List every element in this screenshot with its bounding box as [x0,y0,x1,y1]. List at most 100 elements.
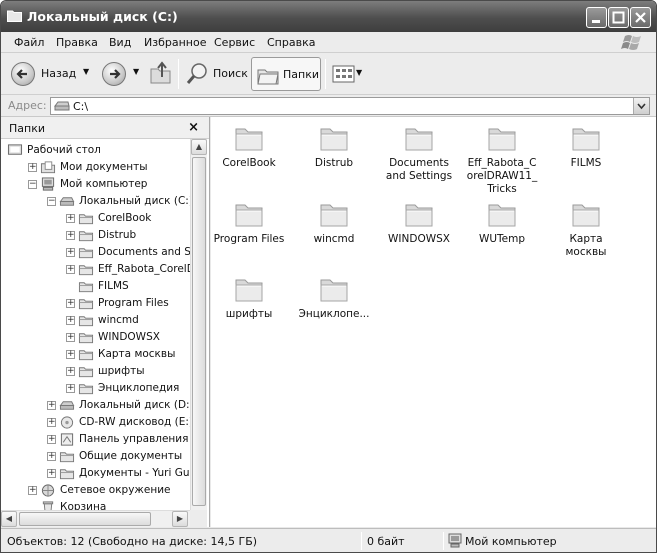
expand-icon[interactable]: + [28,163,37,172]
tree-item[interactable]: + Eff_Rabota_CorelDRA [1,261,190,278]
tree-item[interactable]: + wincmd [1,312,190,329]
menu-file[interactable]: Файл [14,36,44,49]
status-separator [443,532,444,550]
menu-edit[interactable]: Правка [56,36,98,49]
folder-icon [78,282,94,293]
folder-item[interactable]: шрифты [211,274,287,321]
folder-item[interactable]: CorelBook [211,123,287,170]
scroll-right-button[interactable]: ▶ [172,511,188,527]
tree-item[interactable]: + Карта москвы [1,346,190,363]
folder-item[interactable]: Program Files [211,199,287,246]
expand-icon[interactable]: + [66,214,75,223]
tree-item[interactable]: + Локальный диск (D:) [1,397,190,414]
tree-item[interactable]: + Documents and Settin [1,244,190,261]
scroll-thumb[interactable] [192,157,206,506]
menu-view[interactable]: Вид [109,36,131,49]
folder-item[interactable]: wincmd [296,199,372,246]
expand-icon[interactable]: + [66,333,75,342]
expand-icon[interactable]: + [47,401,56,410]
folder-icon [78,316,94,327]
views-button[interactable]: ▼ [331,57,365,91]
folders-button[interactable]: Папки [251,57,321,91]
tree-item[interactable]: + CD-RW дисковод (E:) [1,414,190,431]
scroll-corner [190,510,207,527]
tree-item[interactable]: Рабочий стол [1,142,190,159]
folder-item-label-line: Eff_Rabota_C [467,157,537,169]
menu-help[interactable]: Справка [267,36,315,49]
folder-item[interactable]: Documents and Settings [381,123,457,183]
scroll-left-button[interactable]: ◀ [1,511,17,527]
folder-icon [7,10,22,22]
menu-tools[interactable]: Сервис [214,36,255,49]
expand-icon[interactable]: + [28,486,37,495]
folder-item-label-line: Tricks [487,183,517,195]
address-value: C:\ [73,100,89,113]
search-label: Поиск [213,67,248,80]
tree-item-label: Eff_Rabota_CorelDRA [98,263,190,275]
folder-item[interactable]: FILMS [548,123,624,170]
maximize-icon [612,11,625,24]
expand-icon[interactable]: + [66,265,75,274]
collapse-icon[interactable]: − [47,197,56,206]
tree-item[interactable]: + Общие документы [1,448,190,465]
title-bar[interactable]: Локальный диск (C:) [1,1,656,32]
up-folder-button[interactable] [148,57,174,91]
folder-item[interactable]: WUTemp [464,199,540,246]
tree-item[interactable]: FILMS [1,278,190,295]
expand-icon[interactable]: + [47,452,56,461]
tree-item[interactable]: + шрифты [1,363,190,380]
search-button[interactable]: Поиск [183,57,248,91]
tree-item[interactable]: + Документы - Yuri Gurski [1,465,190,482]
status-objects: Объектов: 12 (Свободно на диске: 14,5 ГБ… [7,535,258,548]
expand-icon[interactable]: + [66,350,75,359]
folder-item[interactable]: Карта москвы [548,199,624,259]
close-button[interactable] [630,7,651,28]
my-computer-icon [448,533,462,548]
folders-pane-close-button[interactable]: × [188,120,199,135]
expand-icon[interactable]: + [66,384,75,393]
tree-item-label: Мой компьютер [60,178,148,190]
tree-item[interactable]: + WINDOWSX [1,329,190,346]
tree-item[interactable]: + Distrub [1,227,190,244]
folder-item[interactable]: Distrub [296,123,372,170]
tree-item-label: Documents and Settin [98,246,190,258]
expand-icon[interactable]: + [66,316,75,325]
maximize-button[interactable] [608,7,629,28]
collapse-icon[interactable]: − [28,180,37,189]
tree-item[interactable]: − Локальный диск (C:) [1,193,190,210]
vertical-scrollbar[interactable]: ▲ [190,139,207,510]
tree-item[interactable]: + Панель управления [1,431,190,448]
forward-dropdown-icon[interactable]: ▼ [133,67,139,76]
tree-item[interactable]: + Мои документы [1,159,190,176]
folder-icon [235,279,263,302]
forward-button[interactable]: ▼ [99,57,145,91]
folder-item-label: WINDOWSX [388,233,450,245]
folder-item[interactable]: Eff_Rabota_C orelDRAW11_ Tricks [464,123,540,196]
control-panel-icon [60,433,74,446]
folder-icon [572,204,600,227]
tree-item[interactable]: + Энциклопедия [1,380,190,397]
menu-favorites[interactable]: Избранное [144,36,206,49]
expand-icon[interactable]: + [66,231,75,240]
expand-icon[interactable]: + [47,435,56,444]
expand-icon[interactable]: + [66,248,75,257]
scroll-thumb-horizontal[interactable] [19,512,151,526]
tree-item[interactable]: + Сетевое окружение [1,482,190,499]
tree-item[interactable]: − Мой компьютер [1,176,190,193]
address-dropdown-button[interactable] [633,98,649,114]
minimize-button[interactable] [586,7,607,28]
back-button[interactable]: Назад ▼ [7,57,93,91]
tree-item[interactable]: + CorelBook [1,210,190,227]
folder-icon [320,128,348,151]
expand-icon[interactable]: + [47,418,56,427]
horizontal-scrollbar[interactable]: ◀ ▶ [1,510,190,527]
folder-item[interactable]: WINDOWSX [381,199,457,246]
tree-item[interactable]: + Program Files [1,295,190,312]
expand-icon[interactable]: + [66,299,75,308]
scroll-up-button[interactable]: ▲ [191,139,207,155]
back-dropdown-icon[interactable]: ▼ [83,67,89,76]
expand-icon[interactable]: + [66,367,75,376]
expand-icon[interactable]: + [47,469,56,478]
address-input[interactable]: C:\ [50,97,650,115]
folder-item[interactable]: Энциклопе... [296,274,372,321]
